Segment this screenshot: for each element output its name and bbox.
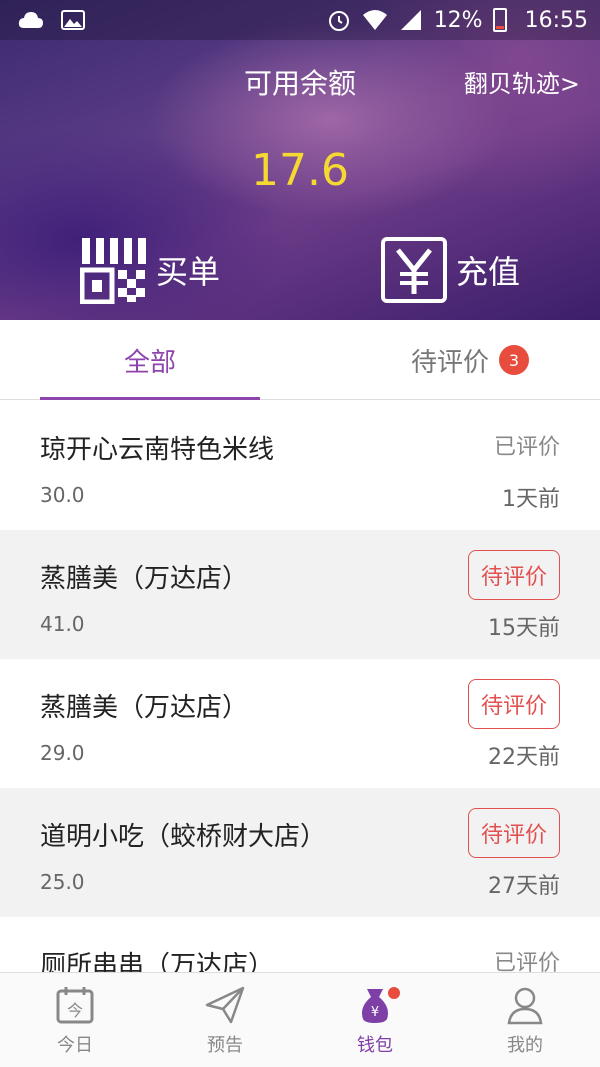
notification-dot (388, 987, 400, 999)
shop-name: 道明小吃（蛟桥财大店） (40, 822, 327, 852)
nav-me[interactable]: 我的 (450, 973, 600, 1067)
pending-count-badge: 3 (499, 345, 529, 375)
list-item[interactable]: 蒸膳美（万达店） 29.0 待评价 22天前 (0, 659, 600, 788)
shop-name: 琼开心云南特色米线 (40, 435, 275, 465)
cloud-icon (18, 9, 44, 31)
yen-icon (380, 236, 448, 304)
tab-active-indicator (40, 397, 260, 400)
review-button[interactable]: 待评价 (467, 550, 560, 600)
order-time: 1天前 (502, 487, 560, 512)
order-amount: 29.0 (40, 741, 85, 765)
nav-wallet[interactable]: ¥ 钱包 (300, 973, 450, 1067)
shop-name: 蒸膳美（万达店） (40, 693, 249, 723)
top-up-label: 充值 (456, 253, 521, 291)
battery-icon (492, 8, 507, 32)
qr-code-icon (79, 236, 148, 305)
bottom-nav: 今 今日 预告 ¥ 钱包 我的 (0, 972, 600, 1067)
svg-text:¥: ¥ (371, 1005, 379, 1020)
order-tabs: 全部 待评价 3 (0, 320, 600, 400)
review-button[interactable]: 待评价 (467, 679, 560, 729)
clock: 16:55 (524, 7, 588, 33)
top-up-button[interactable]: 充值 (380, 236, 520, 304)
order-amount: 30.0 (40, 483, 85, 507)
nav-today-label: 今日 (57, 1035, 93, 1056)
review-button[interactable]: 待评价 (467, 808, 560, 858)
wallet-header: 12% 16:55 可用余额 翻贝轨迹> 17.6 买单 充值 (0, 0, 600, 320)
paper-plane-icon (203, 983, 247, 1027)
nav-me-label: 我的 (507, 1035, 543, 1056)
nav-wallet-label: 钱包 (357, 1035, 393, 1056)
order-amount: 41.0 (40, 612, 85, 636)
order-time: 22天前 (488, 745, 560, 770)
nav-preview[interactable]: 预告 (150, 973, 300, 1067)
battery-percent: 12% (433, 7, 483, 33)
order-time: 15天前 (488, 616, 560, 641)
tab-all[interactable]: 全部 (40, 320, 260, 400)
list-item[interactable]: 琼开心云南特色米线 30.0 已评价 1天前 (0, 401, 600, 530)
tab-all-label: 全部 (123, 347, 176, 378)
pay-bill-button[interactable]: 买单 (79, 236, 221, 305)
nav-today[interactable]: 今 今日 (0, 973, 150, 1067)
calendar-icon: 今 (53, 983, 97, 1027)
status-bar: 12% 16:55 (0, 0, 600, 40)
wifi-icon (362, 9, 388, 31)
pay-bill-label: 买单 (156, 253, 221, 291)
order-time: 27天前 (488, 874, 560, 899)
svg-text:今: 今 (67, 1001, 83, 1020)
image-icon (60, 9, 86, 31)
shop-name: 蒸膳美（万达店） (40, 564, 249, 594)
list-item[interactable]: 蒸膳美（万达店） 41.0 待评价 15天前 (0, 530, 600, 659)
signal-icon (398, 9, 424, 31)
order-list: 琼开心云南特色米线 30.0 已评价 1天前 蒸膳美（万达店） 41.0 待评价… (0, 401, 600, 1046)
balance-value: 17.6 (251, 145, 349, 196)
nav-preview-label: 预告 (207, 1035, 243, 1056)
tab-pending-review[interactable]: 待评价 3 (380, 320, 560, 400)
history-link[interactable]: 翻贝轨迹> (464, 64, 580, 99)
user-icon (503, 983, 547, 1027)
list-item[interactable]: 道明小吃（蛟桥财大店） 25.0 待评价 27天前 (0, 788, 600, 917)
review-status: 已评价 (493, 435, 560, 460)
tab-pending-label: 待评价 (410, 347, 489, 378)
order-amount: 25.0 (40, 870, 85, 894)
alarm-icon (326, 9, 352, 31)
